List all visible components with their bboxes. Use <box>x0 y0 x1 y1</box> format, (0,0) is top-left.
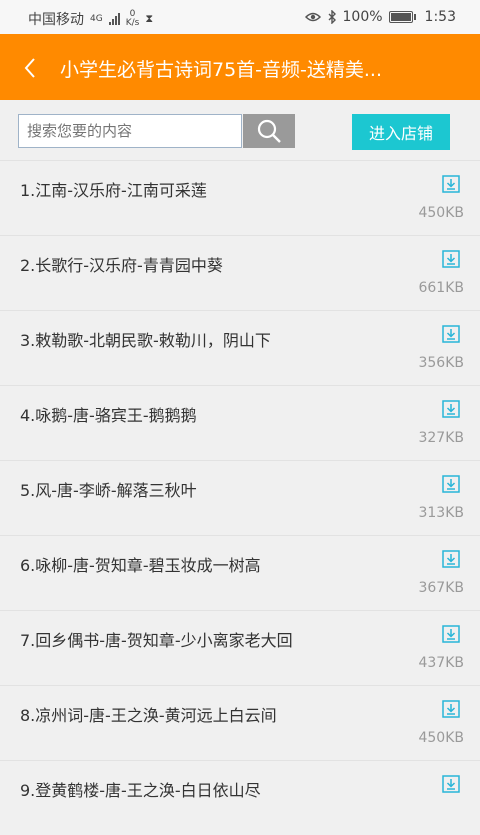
status-bar: 中国移动 4G 0 K/s ⧗ 100% 1:53 <box>0 0 480 34</box>
hourglass-icon: ⧗ <box>145 12 154 25</box>
search-bar: 进入店铺 <box>0 100 480 160</box>
list-item[interactable]: 7.回乡偶书-唐-贺知章-少小离家老大回 437KB <box>0 610 480 685</box>
app-header: 小学生必背古诗词75首-音频-送精美... <box>0 34 480 100</box>
item-title: 3.敕勒歌-北朝民歌-敕勒川，阴山下 <box>20 331 271 350</box>
list-item[interactable]: 6.咏柳-唐-贺知章-碧玉妆成一树高 367KB <box>0 535 480 610</box>
download-icon[interactable] <box>442 175 460 193</box>
carrier-label: 中国移动 <box>28 12 84 28</box>
clock: 1:53 <box>424 9 456 25</box>
list-item[interactable]: 9.登黄鹤楼-唐-王之涣-白日依山尽 <box>0 760 480 835</box>
download-icon[interactable] <box>442 250 460 268</box>
status-right: 100% 1:53 <box>304 9 456 25</box>
status-left: 中国移动 4G 0 K/s ⧗ <box>28 9 153 29</box>
item-title: 9.登黄鹤楼-唐-王之涣-白日依山尽 <box>20 781 261 800</box>
item-size: 367KB <box>418 580 464 596</box>
item-title: 5.风-唐-李峤-解落三秋叶 <box>20 481 197 500</box>
eye-icon <box>304 12 321 22</box>
net-speed-unit: K/s <box>125 18 140 28</box>
network-type: 4G <box>90 13 103 24</box>
item-title: 4.咏鹅-唐-骆宾王-鹅鹅鹅 <box>20 406 197 425</box>
item-size: 313KB <box>418 505 464 521</box>
item-title: 1.江南-汉乐府-江南可采莲 <box>20 181 207 200</box>
download-icon[interactable] <box>442 625 460 643</box>
net-speed: 0 K/s <box>126 10 140 28</box>
download-icon[interactable] <box>442 475 460 493</box>
item-size: 450KB <box>418 730 464 746</box>
list-item[interactable]: 5.风-唐-李峤-解落三秋叶 313KB <box>0 460 480 535</box>
search-button[interactable] <box>243 114 295 148</box>
audio-list: 1.江南-汉乐府-江南可采莲 450KB 2.长歌行-汉乐府-青青园中葵 661… <box>0 160 480 835</box>
download-icon[interactable] <box>442 325 460 343</box>
download-icon[interactable] <box>442 775 460 793</box>
list-item[interactable]: 3.敕勒歌-北朝民歌-敕勒川，阴山下 356KB <box>0 310 480 385</box>
list-item[interactable]: 1.江南-汉乐府-江南可采莲 450KB <box>0 160 480 235</box>
download-icon[interactable] <box>442 400 460 418</box>
list-item[interactable]: 4.咏鹅-唐-骆宾王-鹅鹅鹅 327KB <box>0 385 480 460</box>
item-title: 7.回乡偶书-唐-贺知章-少小离家老大回 <box>20 631 293 650</box>
item-title: 2.长歌行-汉乐府-青青园中葵 <box>20 256 223 275</box>
back-arrow-icon <box>24 58 35 78</box>
item-size: 437KB <box>418 655 464 671</box>
back-button[interactable] <box>16 54 44 82</box>
battery-percent: 100% <box>342 9 383 25</box>
search-icon <box>257 119 281 143</box>
item-size: 450KB <box>418 205 464 221</box>
item-title: 8.凉州词-唐-王之涣-黄河远上白云间 <box>20 706 277 725</box>
search-input[interactable] <box>18 114 242 148</box>
page-title: 小学生必背古诗词75首-音频-送精美... <box>60 59 383 81</box>
bluetooth-icon <box>328 10 336 24</box>
battery-icon <box>388 11 416 23</box>
list-item[interactable]: 8.凉州词-唐-王之涣-黄河远上白云间 450KB <box>0 685 480 760</box>
download-icon[interactable] <box>442 700 460 718</box>
signal-icon <box>108 13 120 25</box>
item-title: 6.咏柳-唐-贺知章-碧玉妆成一树高 <box>20 556 261 575</box>
item-size: 327KB <box>418 430 464 446</box>
item-size: 356KB <box>418 355 464 371</box>
item-size: 661KB <box>418 280 464 296</box>
download-icon[interactable] <box>442 550 460 568</box>
list-item[interactable]: 2.长歌行-汉乐府-青青园中葵 661KB <box>0 235 480 310</box>
enter-store-button[interactable]: 进入店铺 <box>352 114 450 150</box>
